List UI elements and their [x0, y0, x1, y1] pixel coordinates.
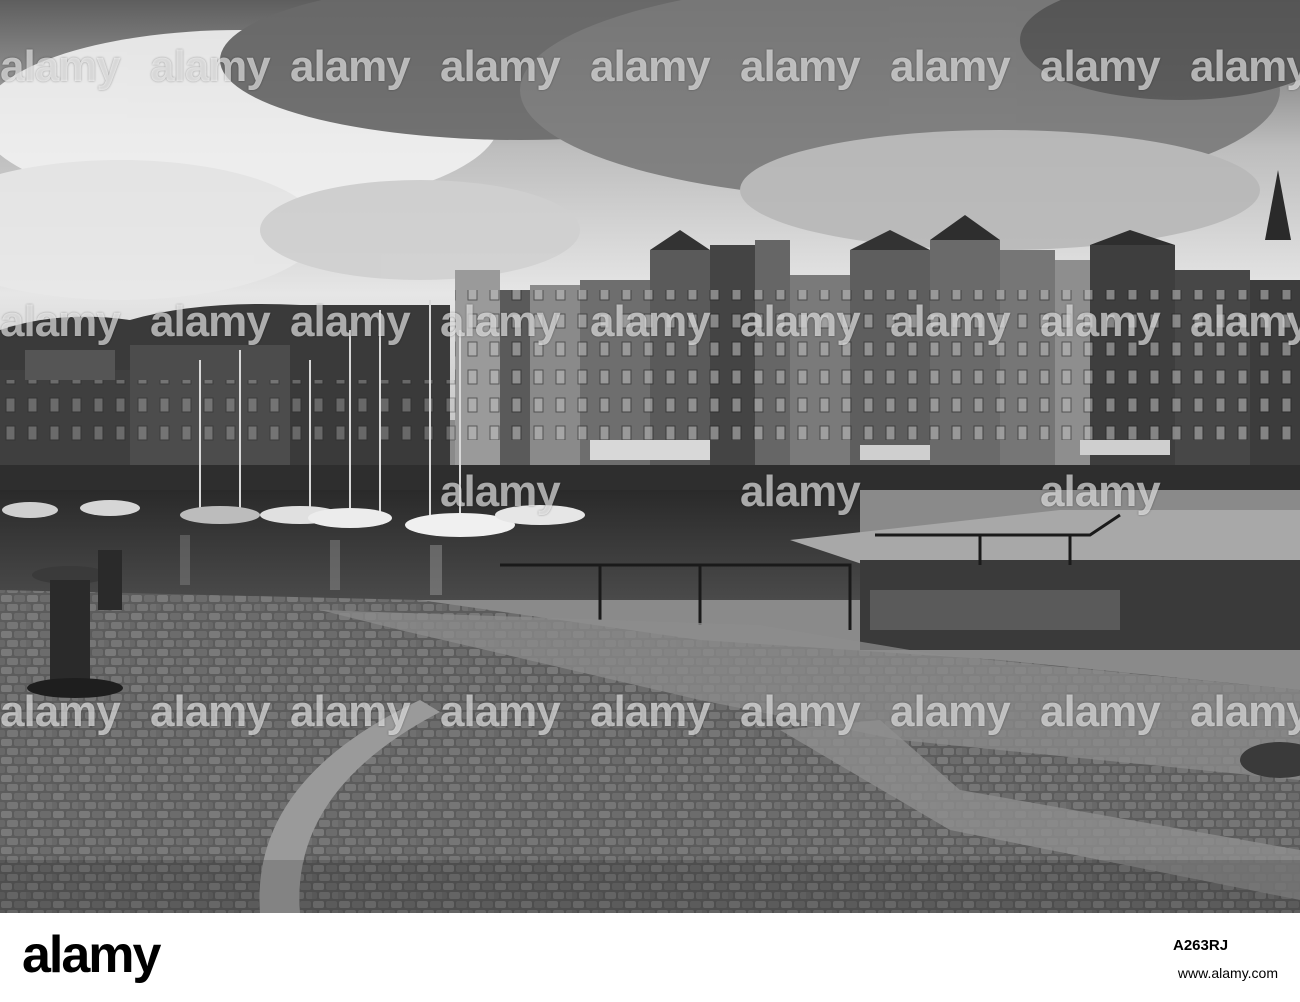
alamy-watermark: alamy: [150, 297, 271, 346]
small-bollard: [98, 550, 122, 610]
alamy-watermark: alamy: [290, 687, 411, 736]
alamy-watermark: alamy: [590, 297, 711, 346]
alamy-watermark: alamy: [0, 42, 121, 91]
alamy-watermark: alamy: [290, 297, 411, 346]
site-url: www.alamy.com: [1177, 965, 1278, 981]
alamy-watermark: alamy: [890, 42, 1011, 91]
alamy-watermark: alamy: [740, 297, 861, 346]
alamy-watermark: alamy: [1040, 42, 1161, 91]
photo: alamy alamy alamy alamy alamy alamy alamy alamy…: [0, 0, 1300, 913]
alamy-watermark: alamy: [440, 687, 561, 736]
alamy-watermark: alamy: [740, 42, 861, 91]
alamy-watermark: alamy: [1040, 297, 1161, 346]
alamy-watermark: alamy: [440, 467, 561, 516]
alamy-watermark: alamy: [150, 687, 271, 736]
alamy-watermark: alamy: [590, 42, 711, 91]
alamy-watermark: alamy: [1190, 687, 1300, 736]
alamy-watermark: alamy: [590, 687, 711, 736]
alamy-watermark: alamy: [290, 42, 411, 91]
alamy-watermark: alamy: [0, 687, 121, 736]
alamy-watermark: alamy: [0, 297, 121, 346]
image-id: A263RJ: [1173, 937, 1229, 954]
alamy-watermark: alamy: [740, 687, 861, 736]
alamy-watermark: alamy: [1190, 297, 1300, 346]
alamy-watermark: alamy: [150, 42, 271, 91]
harbor-scene: [0, 0, 1300, 913]
alamy-watermark: alamy: [1040, 687, 1161, 736]
alamy-watermark: alamy: [1040, 467, 1161, 516]
alamy-watermark: alamy: [1190, 42, 1300, 91]
alamy-watermark: alamy: [890, 297, 1011, 346]
alamy-watermark: alamy: [440, 297, 561, 346]
alamy-logo: alamy: [22, 926, 161, 984]
alamy-watermark: alamy: [440, 42, 561, 91]
footer-bar: alamy A263RJ www.alamy.com: [0, 913, 1300, 1002]
alamy-watermark: alamy: [740, 467, 861, 516]
alamy-watermark: alamy: [890, 687, 1011, 736]
